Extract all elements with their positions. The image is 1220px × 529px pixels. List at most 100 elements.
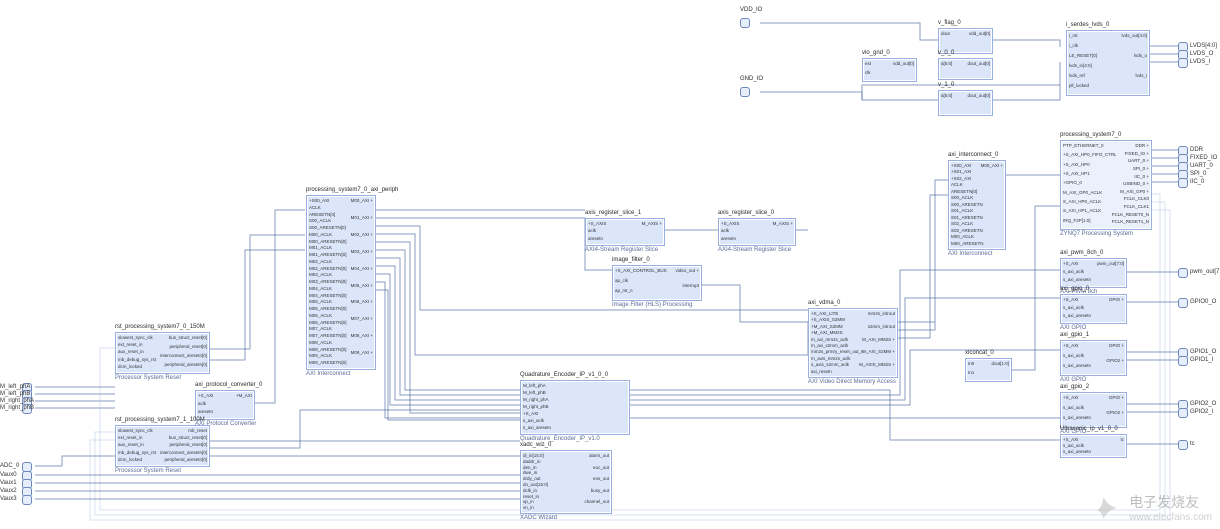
block-title: vio_gnd_0: [862, 50, 890, 56]
block-port: M01_AXI +: [351, 215, 373, 221]
block-port: channel_out: [584, 499, 609, 505]
block-port: s_axi_aresetn: [1063, 449, 1091, 455]
block-quad-encoder[interactable]: M_left_phAM_left_phBM_right_phAM_right_p…: [520, 380, 630, 435]
block-port: IIC_0 +: [1134, 174, 1149, 180]
block-port: aclk: [721, 228, 729, 234]
block-psr7-1[interactable]: slowest_sync_clkext_reset_inaux_reset_in…: [115, 425, 210, 467]
block-caption: AXI Video Direct Memory Access: [808, 379, 896, 385]
block-port: +S_AXIS_S2MM: [811, 317, 845, 323]
block-port: M02_ACLK: [309, 259, 332, 265]
watermark: 电子发烧友 www.elecfans.com: [1097, 492, 1212, 523]
block-port: pll_locked: [1069, 83, 1089, 89]
block-port: interconnect_aresetn[0]: [160, 353, 207, 359]
block-title: v_0_0: [938, 50, 954, 56]
block-caption: Processor System Reset: [115, 375, 181, 381]
block-ps7[interactable]: PTP_ETHERNET_0+S_AXI_HP0_FIFO_CTRL+S_AXI…: [1060, 140, 1152, 230]
block-port: S02_ACLK: [951, 221, 973, 227]
block-port: peripheral_aresetn[0]: [164, 457, 207, 463]
ext-port-label: pwm_out[7:0]: [1190, 269, 1220, 275]
block-port: M08_ARESETN[0]: [309, 347, 347, 353]
block-port: s_axis_s2mm_aclk: [811, 362, 849, 368]
block-port: dout_out[0]: [967, 93, 990, 99]
ext-port-label: LVDS_I: [1190, 59, 1210, 65]
ext-port-label: GPIO1_O: [1190, 349, 1216, 355]
label-gnd-io: GND_IO: [740, 76, 763, 82]
block-psr7-0[interactable]: slowest_sync_clkext_reset_inaux_reset_in…: [115, 332, 210, 374]
block-port: +M_AXI_S2MM: [811, 324, 843, 330]
block-port: +M_AXI: [236, 393, 252, 399]
watermark-title: 电子发烧友: [1129, 492, 1212, 512]
block-caption: AXI Interconnect: [948, 251, 992, 257]
ext-port-label: M_right_phB: [0, 405, 34, 411]
block-port: +S00_AXI: [309, 198, 329, 204]
block-port: S_AXI_HP0_ACLK: [1063, 199, 1101, 205]
block-title: axis_register_slice_1: [585, 210, 641, 216]
block-port: +S00_AXI: [951, 163, 971, 169]
block-lvds[interactable]: i_rsti_clkLE_RESET[0]lvds_in[4:0]lvds_re…: [1066, 30, 1150, 96]
block-caption: Image Filter (HLS) Processing: [612, 302, 692, 308]
ext-port-label: tc: [1190, 441, 1195, 447]
block-gpio2[interactable]: +S_AXIs_axi_aclks_axi_aresetnGPIO +GPIO2…: [1060, 392, 1127, 428]
block-title: axi_pwm_8ch_0: [1060, 250, 1103, 256]
block-axi-ic[interactable]: +S00_AXI+S01_AXI+S02_AXIACLKARESETN[0]S0…: [948, 160, 1006, 250]
block-title: axi_gpio_0: [1060, 286, 1089, 292]
block-port: S00_ARESETN: [951, 202, 983, 208]
block-vdma[interactable]: +S_AXI_LITE+S_AXIS_S2MM+M_AXI_S2MM+M_AXI…: [808, 308, 898, 378]
block-port: dout_out[0]: [967, 61, 990, 67]
block-port: PTP_ETHERNET_0: [1063, 143, 1104, 149]
block-port: M04_ACLK: [309, 286, 332, 292]
block-xadc[interactable]: di_in[15:0]daddr_inden_indwe_indrdy_outd…: [520, 450, 612, 514]
block-port: interconnect_aresetn[0]: [160, 450, 207, 456]
block-gpio1[interactable]: +S_AXIs_axi_aclks_axi_aresetnGPIO +GPIO2…: [1060, 340, 1127, 376]
block-ultrasonic[interactable]: +S_AXIs_axi_aclks_axi_aresetntc: [1060, 434, 1127, 458]
block-port: FIXED_IO +: [1125, 151, 1149, 157]
block-title: axi_protocol_converter_0: [195, 382, 262, 388]
block-title: axi_interconnect_0: [948, 152, 998, 158]
block-port: a[5:0]: [941, 61, 952, 67]
block-ps7-axi-periph[interactable]: +S00_AXIACLKARESETN[0]S00_ACLKS00_ARESET…: [306, 195, 376, 370]
block-port: +M_AXI_MM2S: [811, 330, 843, 336]
block-port: LE_RESET[0]: [1069, 53, 1097, 59]
block-v0[interactable]: a[5:0] dout_out[0]: [938, 58, 993, 80]
block-gpio0[interactable]: +S_AXIs_axi_aclks_axi_aresetnGPIO +: [1060, 294, 1127, 324]
block-port: a[5:0]: [941, 93, 952, 99]
block-port: peripheral_reset[0]: [169, 442, 207, 448]
block-caption: ZYNQ7 Processing System: [1060, 231, 1133, 237]
block-port: M06_AXI +: [351, 299, 373, 305]
block-axi-pwm[interactable]: +S_AXIs_axi_aclks_axi_aresetnpwm_out[7:0…: [1060, 258, 1127, 288]
block-xlconcat[interactable]: In0In1dout[1:0]: [965, 358, 1012, 382]
block-port: mm2s_introut: [868, 311, 895, 317]
block-port: M01_ARESETN[0]: [309, 252, 347, 258]
block-port: m_axi_s2mm_aclk: [811, 343, 848, 349]
block-port: ap_clk: [615, 278, 628, 284]
block-port: M04_ARESETN[0]: [309, 293, 347, 299]
ext-port-label: GPIO1_I: [1190, 357, 1213, 363]
block-port: M_AXI_GP0_ACLK: [1063, 190, 1102, 196]
block-port: S01_ARESETN: [951, 215, 983, 221]
block-port: axi_resetn: [811, 369, 832, 375]
block-port: dcm_locked: [118, 457, 142, 463]
block-caption: AXI4-Stream Register Slice: [585, 247, 658, 253]
block-port: ACLK: [309, 205, 321, 211]
block-port: s_axi_aresetn: [1063, 363, 1091, 369]
block-port: In0: [968, 361, 974, 367]
block-port: mb_debug_sys_rst: [118, 357, 156, 363]
block-port: vdd_out[0]: [893, 61, 914, 67]
block-port: bus_struct_reset[0]: [169, 335, 207, 341]
block-port: dout[1:0]: [991, 361, 1009, 367]
block-v1[interactable]: a[5:0] dout_out[0]: [938, 90, 993, 116]
block-reg-slice-1[interactable]: +S_AXISaclkaresetnM_AXIS +: [585, 218, 665, 246]
block-port: busy_out: [591, 488, 609, 494]
block-port: clk: [865, 70, 871, 76]
ext-pin: [1178, 58, 1188, 68]
block-vio-gnd[interactable]: extclkvdd_out[0]: [862, 58, 917, 82]
block-port: video_out +: [676, 268, 699, 274]
block-axi-conv[interactable]: +S_AXIaclkaresetn+M_AXI: [195, 390, 255, 420]
block-image-filter[interactable]: +S_AXI_CONTROL_BUSap_clkap_rst_nvideo_ou…: [612, 265, 702, 301]
block-port: vdd_out[0]: [969, 31, 990, 37]
block-port: lvds_o: [1134, 53, 1147, 59]
block-reg-slice-0[interactable]: +S_AXISaclkaresetnM_AXIS +: [718, 218, 796, 246]
block-port: ext_reset_in: [118, 435, 143, 441]
block-port: ARESETN[0]: [951, 189, 977, 195]
block-port: ext_reset_in: [118, 342, 143, 348]
